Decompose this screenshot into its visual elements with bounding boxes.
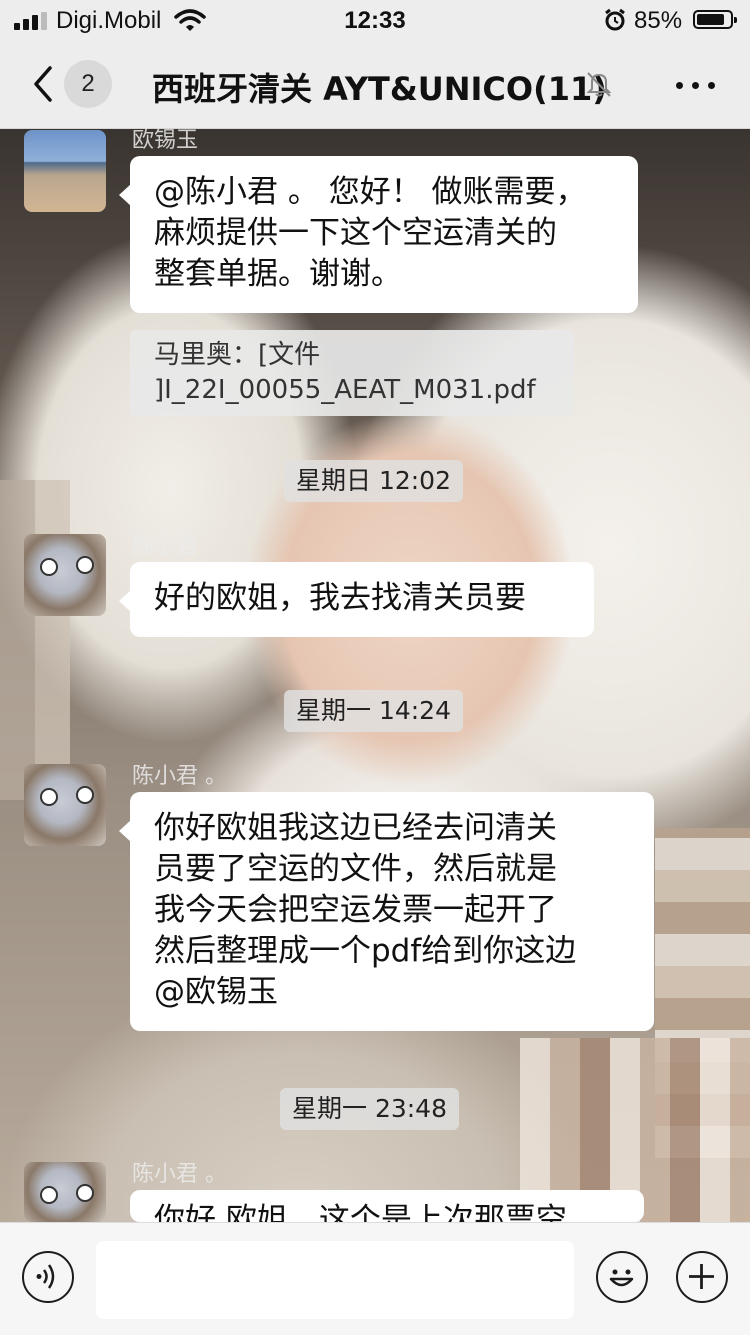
alarm-icon <box>605 8 625 31</box>
smiley-face-icon <box>609 1269 634 1287</box>
avatar[interactable] <box>24 764 106 846</box>
battery-fill <box>697 14 724 25</box>
plus-sign-icon <box>689 1264 714 1289</box>
message-bubble[interactable]: 好的欧姐，我去找清关员要 <box>119 562 594 637</box>
more-dots-icon[interactable] <box>672 70 720 98</box>
message-text: @陈小君 。 您好！ 做账需要， 麻烦提供一下这个空运清关的 整套单据。谢谢。 <box>154 174 587 292</box>
battery-icon <box>693 10 737 29</box>
timestamp: 星期日 12:02 <box>284 460 463 502</box>
message-text: 你好 欧姐，这个是上次那票空 <box>154 1202 567 1222</box>
chat-title[interactable]: 西班牙清关 AYT&UNICO(11) <box>152 64 607 110</box>
mosaic-left <box>0 480 70 800</box>
input-bar <box>0 1222 750 1335</box>
message-text: 好的欧姐，我去找清关员要 <box>154 580 526 616</box>
sender-name: 陈小君 <box>132 534 199 559</box>
sender-name: 陈小君 。 <box>132 764 227 789</box>
chat-header: 2 西班牙清关 AYT&UNICO(11) <box>0 40 750 129</box>
chevron-left-icon[interactable] <box>28 64 58 104</box>
voice-icon[interactable] <box>22 1251 74 1303</box>
message-input[interactable] <box>96 1241 574 1319</box>
voice-wave-icon <box>36 1264 55 1289</box>
message-bubble[interactable]: 你好 欧姐，这个是上次那票空 <box>130 1190 644 1222</box>
message-text: 你好欧姐我这边已经去问清关 员要了空运的文件，然后就是 我今天会把空运发票一起开… <box>154 810 577 1010</box>
battery-percent: 85% <box>634 7 683 34</box>
unread-count-badge[interactable]: 2 <box>64 60 112 108</box>
quoted-message[interactable]: 马里奥：[文件 ]I_22I_00055_AEAT_M031.pdf <box>130 330 574 416</box>
timestamp: 星期一 14:24 <box>284 690 463 732</box>
message-bubble[interactable]: 你好欧姐我这边已经去问清关 员要了空运的文件，然后就是 我今天会把空运发票一起开… <box>119 792 654 1031</box>
avatar[interactable] <box>24 534 106 616</box>
timestamp: 星期一 23:48 <box>280 1088 459 1130</box>
bell-slash-icon <box>586 72 612 97</box>
quoted-text: 马里奥：[文件 ]I_22I_00055_AEAT_M031.pdf <box>154 340 536 405</box>
sender-name: 欧锡玉 <box>132 128 199 153</box>
avatar[interactable] <box>24 130 106 212</box>
status-bar: Digi.Mobil 12:33 85% <box>0 0 750 40</box>
plus-icon[interactable] <box>676 1251 728 1303</box>
emoji-icon[interactable] <box>596 1251 648 1303</box>
message-bubble[interactable]: @陈小君 。 您好！ 做账需要， 麻烦提供一下这个空运清关的 整套单据。谢谢。 <box>119 156 638 313</box>
avatar[interactable] <box>24 1162 106 1222</box>
sender-name: 陈小君 。 <box>132 1162 227 1187</box>
